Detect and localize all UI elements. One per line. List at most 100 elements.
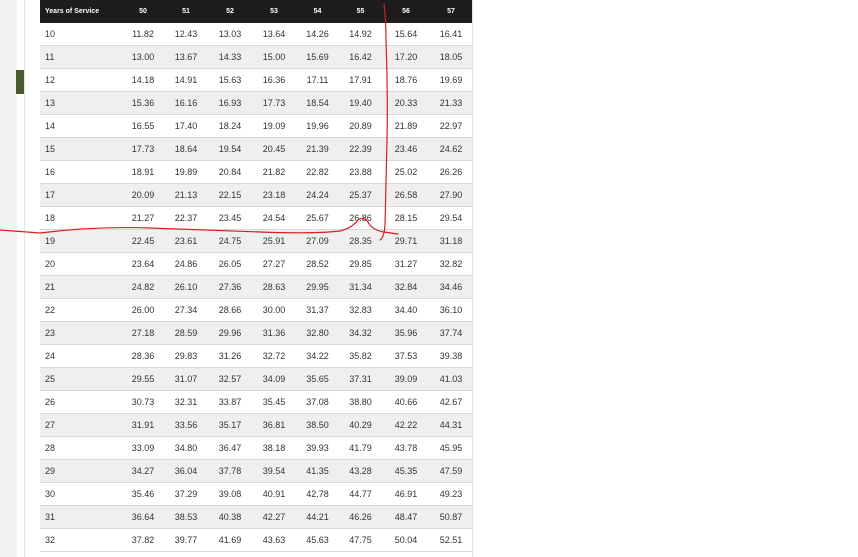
rate-cell: 32.80 <box>296 321 339 345</box>
rate-cell: 25.67 <box>296 206 339 230</box>
column-header-51: 51 <box>164 0 208 23</box>
years-cell: 15 <box>40 137 122 161</box>
years-cell: 21 <box>40 275 122 299</box>
rate-cell: 36.04 <box>164 459 208 483</box>
years-cell: 32 <box>40 528 122 552</box>
rate-cell: 35.82 <box>339 344 382 368</box>
rate-cell: 16.16 <box>164 91 208 115</box>
rate-cell: 27.36 <box>208 275 252 299</box>
rate-cell: 15.69 <box>296 45 339 69</box>
table-row: 15 17.73 18.64 19.54 20.45 21.39 22.39 23.46 24.… <box>40 137 472 161</box>
rate-cell: 21.89 <box>382 114 430 138</box>
table-row: 26 30.73 32.31 33.87 35.45 37.08 38.80 40.66 42.… <box>40 390 472 414</box>
rate-cell: 52.51 <box>430 528 472 552</box>
rate-cell: 15.00 <box>252 45 296 69</box>
table-row: 32 37.82 39.77 41.69 43.63 45.63 47.75 50.04 52.… <box>40 528 472 552</box>
table-row: 28 33.09 34.80 36.47 38.18 39.93 41.79 43.78 45.… <box>40 436 472 460</box>
years-cell: 19 <box>40 229 122 253</box>
rate-cell: 34.09 <box>252 367 296 391</box>
years-cell: 29 <box>40 459 122 483</box>
rate-cell: 32.72 <box>252 344 296 368</box>
page-left-margin <box>0 0 17 557</box>
rate-cell: 37.82 <box>122 528 164 552</box>
rate-cell: 26.05 <box>208 252 252 276</box>
rate-cell: 22.97 <box>430 114 472 138</box>
rate-cell: 26.10 <box>164 275 208 299</box>
rate-cell: 39.09 <box>382 367 430 391</box>
rate-cell: 23.88 <box>339 160 382 184</box>
table-row: 19 22.45 23.61 24.75 25.91 27.09 28.35 29.71 31.… <box>40 229 472 253</box>
rate-cell: 37.78 <box>208 459 252 483</box>
rate-cell: 38.80 <box>339 390 382 414</box>
rate-cell: 35.17 <box>208 413 252 437</box>
rate-cell: 14.26 <box>296 22 339 46</box>
rate-cell: 15.63 <box>208 68 252 92</box>
rate-cell: 23.45 <box>208 206 252 230</box>
rate-cell: 15.64 <box>382 22 430 46</box>
rate-cell: 24.24 <box>296 183 339 207</box>
column-header-53: 53 <box>252 0 296 23</box>
rate-cell: 39.08 <box>208 482 252 506</box>
rate-cell: 24.75 <box>208 229 252 253</box>
years-cell: 17 <box>40 183 122 207</box>
rate-cell: 27.18 <box>122 321 164 345</box>
table-row: 30 35.46 37.29 39.08 40.91 42.78 44.77 46.91 49.… <box>40 482 472 506</box>
rate-cell: 18.05 <box>430 45 472 69</box>
rate-cell: 16.42 <box>339 45 382 69</box>
rate-cell: 34.46 <box>430 275 472 299</box>
rate-cell: 15.36 <box>122 91 164 115</box>
rate-cell: 43.78 <box>382 436 430 460</box>
rate-cell: 16.93 <box>208 91 252 115</box>
rate-cell: 35.65 <box>296 367 339 391</box>
rate-cell: 20.09 <box>122 183 164 207</box>
rate-cell: 21.13 <box>164 183 208 207</box>
rate-cell: 42.67 <box>430 390 472 414</box>
rate-cell: 32.57 <box>208 367 252 391</box>
rate-cell: 22.45 <box>122 229 164 253</box>
rate-cell: 47.75 <box>339 528 382 552</box>
rate-cell: 35.46 <box>122 482 164 506</box>
rate-cell: 28.52 <box>296 252 339 276</box>
years-cell: 14 <box>40 114 122 138</box>
column-header-56: 56 <box>382 0 430 23</box>
rate-cell: 45.95 <box>430 436 472 460</box>
rate-cell: 14.33 <box>208 45 252 69</box>
years-of-service-header: Years of Service <box>40 0 122 23</box>
rate-cell: 34.32 <box>339 321 382 345</box>
years-cell: 12 <box>40 68 122 92</box>
rate-cell: 20.33 <box>382 91 430 115</box>
table-header-row: Years of Service 50 51 52 53 54 55 56 57 <box>40 0 472 23</box>
years-cell: 28 <box>40 436 122 460</box>
rate-cell: 13.67 <box>164 45 208 69</box>
rate-cell: 36.47 <box>208 436 252 460</box>
pay-rate-table: Years of Service 50 51 52 53 54 55 56 57 10 11.8… <box>40 0 472 552</box>
rate-cell: 17.73 <box>252 91 296 115</box>
rate-cell: 37.29 <box>164 482 208 506</box>
rate-cell: 22.82 <box>296 160 339 184</box>
rate-cell: 38.53 <box>164 505 208 529</box>
rate-cell: 18.76 <box>382 68 430 92</box>
rate-cell: 18.64 <box>164 137 208 161</box>
table-row: 23 27.18 28.59 29.96 31.36 32.80 34.32 35.96 37.… <box>40 321 472 345</box>
rate-cell: 20.89 <box>339 114 382 138</box>
table-row: 11 13.00 13.67 14.33 15.00 15.69 16.42 17.20 18.… <box>40 45 472 69</box>
rate-cell: 23.61 <box>164 229 208 253</box>
rate-cell: 37.74 <box>430 321 472 345</box>
rate-cell: 14.18 <box>122 68 164 92</box>
rate-cell: 43.63 <box>252 528 296 552</box>
rate-cell: 24.82 <box>122 275 164 299</box>
rate-cell: 44.77 <box>339 482 382 506</box>
rate-cell: 26.58 <box>382 183 430 207</box>
rate-cell: 22.15 <box>208 183 252 207</box>
rate-cell: 26.26 <box>430 160 472 184</box>
rate-cell: 12.43 <box>164 22 208 46</box>
rate-cell: 32.82 <box>430 252 472 276</box>
rate-cell: 49.23 <box>430 482 472 506</box>
rate-cell: 21.39 <box>296 137 339 161</box>
rate-cell: 28.63 <box>252 275 296 299</box>
table-body: 10 11.82 12.43 13.03 13.64 14.26 14.92 15.64 16.… <box>40 22 472 552</box>
years-cell: 11 <box>40 45 122 69</box>
years-cell: 20 <box>40 252 122 276</box>
rate-cell: 23.46 <box>382 137 430 161</box>
rate-cell: 45.63 <box>296 528 339 552</box>
